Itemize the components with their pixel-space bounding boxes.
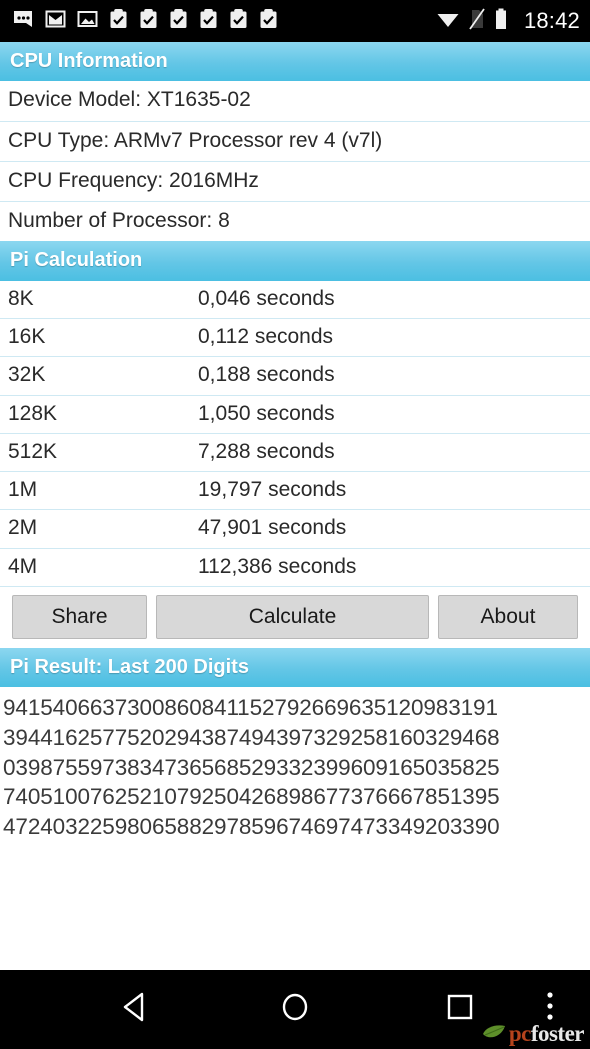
share-button[interactable]: Share — [12, 594, 147, 639]
clipboard-check-icon — [229, 8, 248, 34]
pi-result-header: Pi Result: Last 200 Digits — [0, 647, 590, 688]
pi-row-label: 128K — [8, 401, 58, 425]
android-navigation-bar: pc foster — [0, 970, 590, 1049]
pi-row-value: 19,797 seconds — [198, 478, 347, 502]
table-row: 512K 7,288 seconds — [0, 434, 590, 473]
table-row: 1M 19,797 seconds — [0, 472, 590, 511]
pi-row-value: 112,386 seconds — [198, 554, 357, 578]
pi-row-label: 4M — [8, 554, 38, 578]
pi-row-label: 2M — [8, 516, 38, 540]
action-button-row: Share Calculate About — [0, 587, 590, 648]
phone-screen: 18:42 CPU Information Device Model: XT16… — [0, 0, 590, 1049]
cpu-information-list: Device Model: XT1635-02 CPU Type: ARMv7 … — [0, 81, 590, 241]
pi-row-label: 32K — [8, 363, 46, 387]
back-triangle-icon — [120, 991, 150, 1028]
gmail-icon — [45, 9, 66, 34]
pi-digit-line: 4724032259806588297859674697473349203390 — [3, 814, 500, 840]
clipboard-check-icon — [199, 8, 218, 34]
clipboard-check-icon — [109, 8, 128, 34]
pi-row-label: 512K — [8, 439, 58, 463]
leaf-icon — [482, 1024, 506, 1045]
table-row: 4M 112,386 seconds — [0, 549, 590, 587]
wifi-icon — [436, 9, 460, 34]
pi-digit-line: 3944162577520294387494397329258160329468 — [3, 724, 500, 750]
no-sim-icon — [469, 7, 485, 35]
pi-row-value: 47,901 seconds — [198, 516, 347, 540]
pi-digit-line: 9415406637300860841152792669635120983191 — [3, 695, 498, 721]
pi-row-value: 1,050 seconds — [198, 401, 335, 425]
pi-row-value: 0,112 seconds — [198, 325, 334, 349]
battery-icon — [494, 8, 508, 35]
pi-row-label: 1M — [8, 478, 38, 502]
table-row: 16K 0,112 seconds — [0, 319, 590, 358]
pi-row-value: 0,046 seconds — [198, 286, 335, 310]
status-bar-clock: 18:42 — [523, 8, 580, 33]
watermark-foster-text: foster — [530, 1021, 585, 1046]
pcfoster-watermark: pc foster — [482, 1021, 585, 1047]
pi-digit-line: 7405100762521079250426898677376667851395 — [3, 784, 500, 810]
status-bar-notification-icons — [12, 8, 436, 34]
pi-digit-line: 0398755973834736568529332399609165035825 — [3, 754, 500, 780]
info-row-number-of-processor: Number of Processor: 8 — [8, 209, 230, 233]
calculate-button[interactable]: Calculate — [156, 594, 429, 639]
info-row-device-model: Device Model: XT1635-02 — [0, 81, 590, 122]
photo-icon — [77, 9, 98, 34]
table-row: 32K 0,188 seconds — [0, 357, 590, 396]
info-row-cpu-type: CPU Type: ARMv7 Processor rev 4 (v7l) — [0, 122, 590, 162]
home-button[interactable] — [265, 980, 325, 1040]
status-bar-system-icons: 18:42 — [436, 7, 580, 35]
clipboard-check-icon — [169, 8, 188, 34]
status-bar: 18:42 — [0, 0, 590, 42]
pi-row-value: 7,288 seconds — [198, 439, 335, 463]
pi-calculation-header: Pi Calculation — [0, 241, 590, 281]
table-row: 8K 0,046 seconds — [0, 281, 590, 320]
back-button[interactable] — [105, 980, 165, 1040]
home-circle-icon — [279, 991, 311, 1028]
pi-row-label: 16K — [8, 325, 46, 349]
info-row-cpu-frequency: CPU Frequency: 2016MHz — [0, 162, 590, 203]
watermark-pc-text: pc — [508, 1021, 532, 1046]
recent-square-icon — [446, 993, 474, 1026]
pi-row-label: 8K — [8, 286, 34, 310]
about-button[interactable]: About — [438, 594, 578, 639]
clipboard-check-icon — [139, 8, 158, 34]
pi-digits-area[interactable]: 9415406637300860841152792669635120983191… — [0, 687, 590, 970]
pi-calculation-table: 8K 0,046 seconds 16K 0,112 seconds 32K 0… — [0, 281, 590, 587]
cpu-information-header: CPU Information — [0, 42, 590, 82]
chat-bubble-icon — [12, 9, 34, 34]
clipboard-check-icon — [259, 8, 278, 34]
table-row: 2M 47,901 seconds — [0, 510, 590, 549]
pi-row-value: 0,188 seconds — [198, 363, 335, 387]
table-row: 128K 1,050 seconds — [0, 396, 590, 434]
